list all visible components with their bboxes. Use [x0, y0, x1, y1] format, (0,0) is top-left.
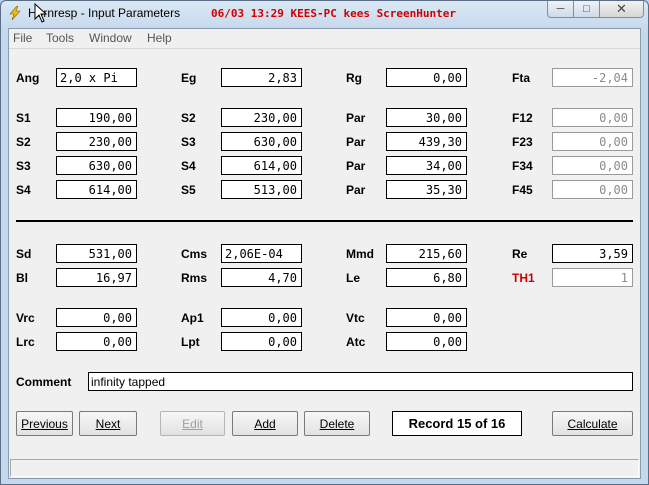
- vrc-label: Vrc: [16, 311, 35, 325]
- edit-button: Edit: [160, 411, 225, 436]
- le-label: Le: [346, 271, 361, 285]
- cms-label: Cms: [181, 247, 208, 261]
- row4-c2-label: S5: [181, 183, 196, 197]
- row2-c4-label: F23: [512, 135, 533, 149]
- minimize-icon: ─: [556, 3, 565, 15]
- ang-label: Ang: [16, 71, 40, 85]
- window-title: Hornresp - Input Parameters: [28, 6, 181, 20]
- calculate-button[interactable]: Calculate: [552, 411, 633, 436]
- menu-file[interactable]: File: [13, 31, 32, 45]
- row1-c3-field[interactable]: 30,00: [386, 108, 467, 127]
- row2-c1-label: S2: [16, 135, 31, 149]
- lrc-label: Lrc: [16, 335, 35, 349]
- row2-c3-label: Par: [346, 135, 366, 149]
- row4-c1-label: S4: [16, 183, 31, 197]
- row1-c2-label: S2: [181, 111, 196, 125]
- ap1-label: Ap1: [181, 311, 204, 325]
- row1-c3-label: Par: [346, 111, 366, 125]
- status-bar: [10, 459, 639, 477]
- rms-label: Rms: [181, 271, 208, 285]
- close-button[interactable]: ✕: [600, 1, 644, 18]
- menu-window[interactable]: Window: [89, 31, 132, 45]
- row4-c3-label: Par: [346, 183, 366, 197]
- lrc-field[interactable]: 0,00: [56, 332, 137, 351]
- comment-field[interactable]: infinity tapped: [88, 372, 633, 391]
- menu-help[interactable]: Help: [147, 31, 172, 45]
- eg-label: Eg: [181, 71, 197, 85]
- th1-label: TH1: [512, 271, 535, 285]
- row3-c4-field: 0,00: [552, 156, 633, 175]
- row2-c1-field[interactable]: 230,00: [56, 132, 137, 151]
- row2-c2-field[interactable]: 630,00: [221, 132, 302, 151]
- rms-field[interactable]: 4,70: [221, 268, 302, 287]
- row2-c4-field: 0,00: [552, 132, 633, 151]
- main-window: Hornresp - Input Parameters 06/03 13:29 …: [0, 0, 649, 485]
- vrc-field[interactable]: 0,00: [56, 308, 137, 327]
- fta-field: -2,04: [552, 68, 633, 87]
- comment-label: Comment: [16, 375, 72, 389]
- row4-c1-field[interactable]: 614,00: [56, 180, 137, 199]
- row1-c4-field: 0,00: [552, 108, 633, 127]
- row3-c3-label: Par: [346, 159, 366, 173]
- row3-c3-field[interactable]: 34,00: [386, 156, 467, 175]
- th1-field: 1: [552, 268, 633, 287]
- row4-c4-label: F45: [512, 183, 533, 197]
- previous-button[interactable]: Previous: [16, 411, 73, 436]
- mmd-label: Mmd: [346, 247, 374, 261]
- window-controls: ─ □ ✕: [547, 1, 644, 19]
- ang-field[interactable]: 2,0 x Pi: [56, 68, 137, 87]
- rg-label: Rg: [346, 71, 362, 85]
- menu-bar: File Tools Window Help: [9, 29, 640, 49]
- lpt-field[interactable]: 0,00: [221, 332, 302, 351]
- sd-field[interactable]: 531,00: [56, 244, 137, 263]
- re-field[interactable]: 3,59: [552, 244, 633, 263]
- re-label: Re: [512, 247, 528, 261]
- maximize-icon: □: [583, 3, 590, 15]
- row4-c3-field[interactable]: 35,30: [386, 180, 467, 199]
- bl-label: Bl: [16, 271, 28, 285]
- row1-c4-label: F12: [512, 111, 533, 125]
- mmd-field[interactable]: 215,60: [386, 244, 467, 263]
- menu-tools[interactable]: Tools: [46, 31, 74, 45]
- row4-c2-field[interactable]: 513,00: [221, 180, 302, 199]
- sd-label: Sd: [16, 247, 32, 261]
- vtc-field[interactable]: 0,00: [386, 308, 467, 327]
- atc-field[interactable]: 0,00: [386, 332, 467, 351]
- screenhunter-overlay: 06/03 13:29 KEES-PC kees ScreenHunter: [211, 7, 457, 20]
- atc-label: Atc: [346, 335, 366, 349]
- vtc-label: Vtc: [346, 311, 365, 325]
- minimize-button[interactable]: ─: [547, 1, 574, 18]
- eg-field[interactable]: 2,83: [221, 68, 302, 87]
- add-button[interactable]: Add: [232, 411, 298, 436]
- row2-c3-field[interactable]: 439,30: [386, 132, 467, 151]
- lpt-label: Lpt: [181, 335, 200, 349]
- row3-c2-label: S4: [181, 159, 196, 173]
- row2-c2-label: S3: [181, 135, 196, 149]
- maximize-button[interactable]: □: [574, 1, 600, 18]
- ap1-field[interactable]: 0,00: [221, 308, 302, 327]
- row1-c1-field[interactable]: 190,00: [56, 108, 137, 127]
- mouse-cursor-icon: [34, 3, 48, 23]
- row3-c1-field[interactable]: 630,00: [56, 156, 137, 175]
- row3-c2-field[interactable]: 614,00: [221, 156, 302, 175]
- next-button[interactable]: Next: [79, 411, 137, 436]
- rg-field[interactable]: 0,00: [386, 68, 467, 87]
- section-divider: [16, 220, 633, 222]
- cms-field[interactable]: 2,06E-04: [221, 244, 302, 263]
- row3-c4-label: F34: [512, 159, 533, 173]
- le-field[interactable]: 6,80: [386, 268, 467, 287]
- bl-field[interactable]: 16,97: [56, 268, 137, 287]
- close-icon: ✕: [616, 1, 627, 16]
- row4-c4-field: 0,00: [552, 180, 633, 199]
- title-bar[interactable]: Hornresp - Input Parameters 06/03 13:29 …: [1, 1, 648, 27]
- delete-button[interactable]: Delete: [304, 411, 370, 436]
- record-indicator: Record 15 of 16: [392, 411, 522, 436]
- row3-c1-label: S3: [16, 159, 31, 173]
- fta-label: Fta: [512, 71, 530, 85]
- row1-c2-field[interactable]: 230,00: [221, 108, 302, 127]
- lightning-app-icon: [9, 6, 21, 20]
- input-parameters-form: File Tools Window Help Ang 2,0 x Pi Eg 2…: [8, 28, 641, 479]
- row1-c1-label: S1: [16, 111, 31, 125]
